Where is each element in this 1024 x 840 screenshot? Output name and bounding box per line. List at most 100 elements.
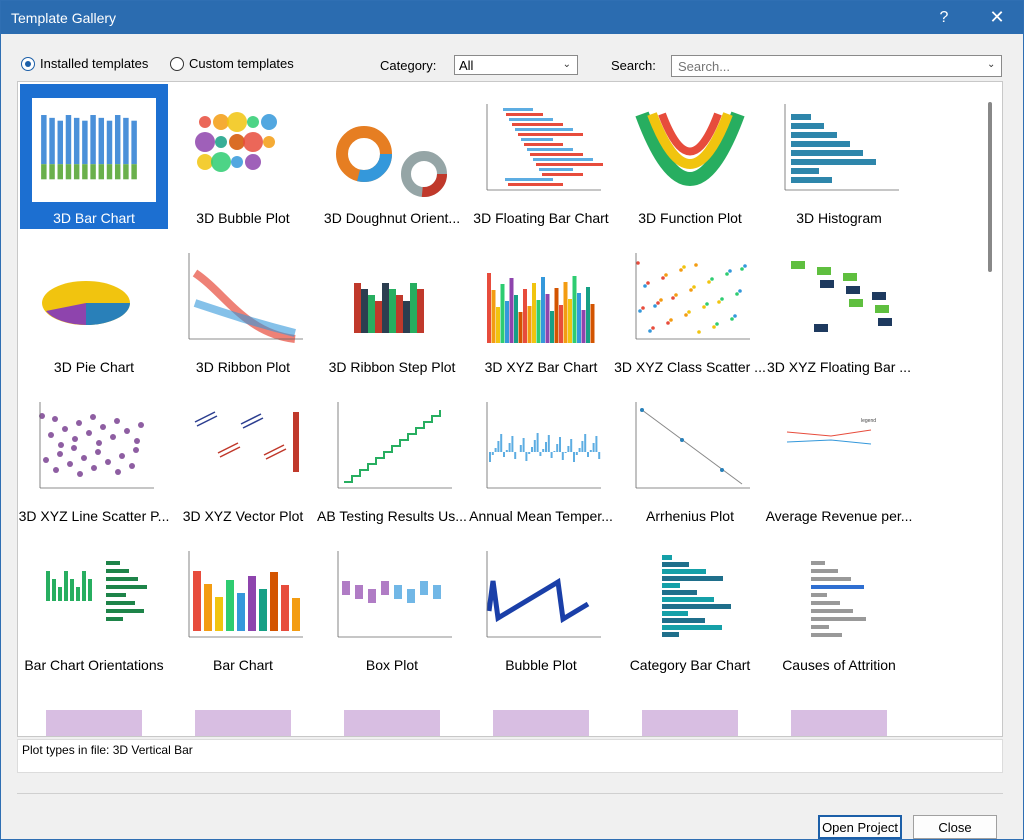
template-thumbnail (175, 392, 311, 502)
template-label: Category Bar Chart (629, 657, 751, 673)
info-bar: Plot types in file: 3D Vertical Bar (17, 739, 1003, 773)
template-tile[interactable]: Annual Mean Temper... (467, 382, 615, 527)
template-thumbnail: legend (771, 392, 907, 502)
template-thumbnail (26, 243, 162, 353)
template-tile[interactable]: 3D Pie Chart (20, 233, 168, 378)
template-tile[interactable] (467, 680, 615, 736)
template-thumbnail (622, 243, 758, 353)
template-tile[interactable]: 3D Doughnut Orient... (318, 84, 466, 229)
template-tile[interactable]: 3D Bar Chart (20, 84, 168, 229)
template-label: 3D XYZ Floating Bar ... (767, 359, 911, 375)
title-bar: Template Gallery ? ✕ (1, 1, 1023, 34)
template-label: 3D XYZ Vector Plot (182, 508, 304, 524)
template-label: 3D Ribbon Step Plot (328, 359, 456, 375)
template-thumbnail (473, 392, 609, 502)
help-button[interactable]: ? (921, 1, 967, 34)
template-thumbnail (324, 541, 460, 651)
custom-templates-label: Custom templates (189, 56, 294, 71)
template-tile[interactable]: Bar Chart (169, 531, 317, 676)
template-thumbnail (175, 541, 311, 651)
svg-text:legend: legend (861, 418, 876, 424)
template-tile[interactable]: 3D XYZ Line Scatter P... (19, 382, 169, 527)
search-input[interactable] (671, 55, 1002, 77)
template-tile[interactable]: Box Plot (318, 531, 466, 676)
template-label: Annual Mean Temper... (469, 508, 613, 524)
template-thumbnail (771, 243, 907, 353)
divider (17, 793, 1003, 794)
template-label: Bubble Plot (505, 657, 577, 673)
template-thumbnail (32, 98, 156, 202)
close-window-button[interactable]: ✕ (974, 1, 1020, 34)
template-thumbnail (324, 690, 460, 736)
template-label: AB Testing Results Us... (317, 508, 467, 524)
custom-templates-radio[interactable]: Custom templates (170, 56, 294, 71)
template-thumbnail (26, 541, 162, 651)
template-label: 3D Doughnut Orient... (323, 210, 461, 226)
template-tile[interactable]: 3D Ribbon Plot (169, 233, 317, 378)
template-tile[interactable]: 3D Function Plot (616, 84, 764, 229)
search-dropdown-icon[interactable]: ⌄ (987, 59, 995, 70)
radio-selected-icon (21, 56, 35, 71)
template-tile[interactable] (169, 680, 317, 736)
template-tile[interactable]: 3D Bubble Plot (169, 84, 317, 229)
template-tile[interactable]: AB Testing Results Us... (317, 382, 467, 527)
template-label: 3D Bar Chart (53, 210, 135, 226)
template-thumbnail (473, 690, 609, 736)
template-thumbnail (473, 243, 609, 353)
template-thumbnail (175, 690, 311, 736)
template-thumbnail (324, 243, 460, 353)
installed-templates-radio[interactable]: Installed templates (21, 56, 148, 71)
category-value: All (459, 58, 474, 73)
window-title: Template Gallery (11, 10, 117, 26)
template-thumbnail (622, 690, 758, 736)
category-label: Category: (380, 58, 437, 73)
template-tile[interactable]: 3D XYZ Vector Plot (169, 382, 317, 527)
template-label: 3D XYZ Line Scatter P... (18, 508, 170, 524)
template-tile[interactable]: 3D XYZ Floating Bar ... (765, 233, 913, 378)
close-button[interactable]: Close (913, 815, 997, 839)
template-tile[interactable]: Category Bar Chart (616, 531, 764, 676)
template-tile[interactable]: Bubble Plot (467, 531, 615, 676)
radio-unselected-icon (170, 56, 184, 71)
open-project-button[interactable]: Open Project (818, 815, 902, 839)
template-thumbnail (622, 94, 758, 204)
template-thumbnail (175, 243, 311, 353)
template-thumbnail (324, 392, 460, 502)
plot-types-text: Plot types in file: 3D Vertical Bar (22, 743, 193, 757)
template-tile[interactable]: 3D Floating Bar Chart (467, 84, 615, 229)
template-tile[interactable] (318, 680, 466, 736)
template-label: Causes of Attrition (782, 657, 896, 673)
template-tile[interactable]: 3D Histogram (765, 84, 913, 229)
template-label: 3D Histogram (796, 210, 882, 226)
template-tile[interactable] (765, 680, 913, 736)
template-tile[interactable]: Bar Chart Orientations (20, 531, 168, 676)
template-thumbnail (175, 94, 311, 204)
template-tile[interactable]: 3D Ribbon Step Plot (318, 233, 466, 378)
template-tile[interactable]: Causes of Attrition (765, 531, 913, 676)
template-thumbnail (622, 541, 758, 651)
template-label: 3D Ribbon Plot (195, 359, 291, 375)
template-thumbnail (324, 94, 460, 204)
category-select[interactable]: All ⌄ (454, 55, 578, 75)
template-tile[interactable] (616, 680, 764, 736)
vertical-scrollbar[interactable] (988, 102, 992, 272)
template-thumbnail (26, 392, 162, 502)
template-tile[interactable] (20, 680, 168, 736)
template-tile[interactable]: legend Average Revenue per... (765, 382, 913, 527)
template-label: 3D Function Plot (638, 210, 742, 226)
template-label: Bar Chart (213, 657, 273, 673)
template-gallery-window: Template Gallery ? ✕ Installed templates… (0, 0, 1024, 840)
template-tile[interactable]: 3D XYZ Class Scatter ... (614, 233, 766, 378)
template-tile[interactable]: 3D XYZ Bar Chart (467, 233, 615, 378)
chevron-down-icon: ⌄ (562, 59, 571, 70)
toolbar: Installed templates Custom templates Cat… (1, 34, 1023, 82)
template-tile[interactable]: Arrhenius Plot (616, 382, 764, 527)
template-label: Arrhenius Plot (646, 508, 734, 524)
template-label: Bar Chart Orientations (24, 657, 164, 673)
template-thumbnail (771, 541, 907, 651)
template-label: Average Revenue per... (765, 508, 913, 524)
template-label: 3D XYZ Class Scatter ... (614, 359, 766, 375)
template-label: 3D Bubble Plot (196, 210, 290, 226)
search-label: Search: (611, 58, 656, 73)
template-thumbnail (473, 541, 609, 651)
